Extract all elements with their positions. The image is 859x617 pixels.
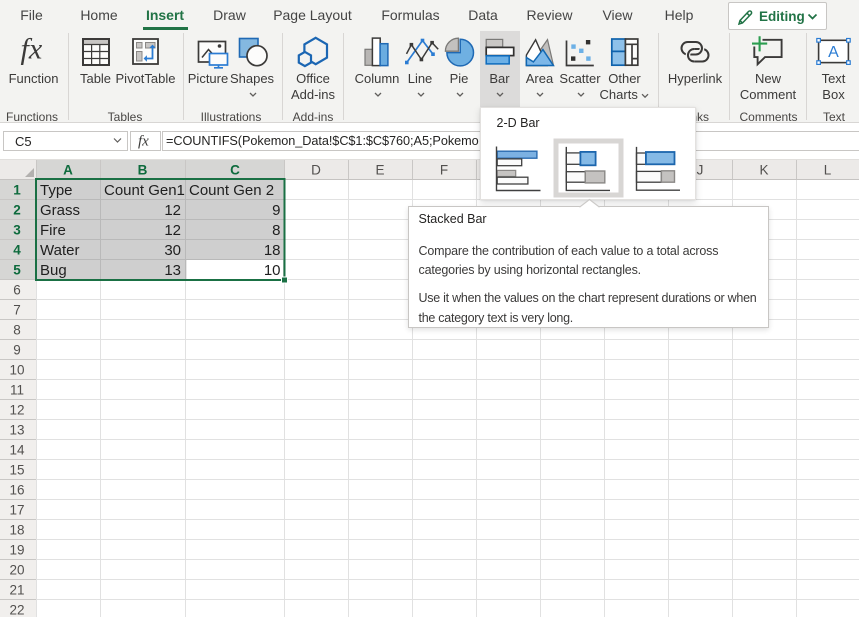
svg-text:fx: fx (21, 33, 43, 66)
svg-text:11: 11 (10, 383, 24, 398)
svg-text:8: 8 (272, 222, 280, 239)
svg-text:Count Gen 2: Count Gen 2 (189, 182, 274, 199)
svg-text:A: A (63, 163, 73, 178)
svg-text:19: 19 (9, 543, 24, 558)
svg-text:1: 1 (13, 183, 21, 198)
svg-text:18: 18 (9, 523, 24, 538)
svg-text:6: 6 (13, 283, 21, 298)
svg-text:Water: Water (40, 242, 79, 259)
svg-text:Fire: Fire (40, 222, 66, 239)
svg-text:9: 9 (13, 343, 21, 358)
svg-text:3: 3 (13, 223, 21, 238)
svg-text:22: 22 (9, 603, 24, 617)
svg-text:fx: fx (138, 134, 149, 150)
svg-text:E: E (375, 163, 384, 178)
svg-text:F: F (440, 163, 448, 178)
svg-text:12: 12 (164, 222, 181, 239)
svg-text:8: 8 (13, 323, 21, 338)
svg-text:L: L (824, 163, 832, 178)
svg-text:20: 20 (9, 563, 24, 578)
svg-text:21: 21 (9, 583, 24, 598)
svg-text:12: 12 (9, 403, 24, 418)
svg-text:Type: Type (40, 182, 73, 199)
svg-text:14: 14 (9, 443, 25, 458)
svg-text:18: 18 (264, 242, 281, 259)
svg-text:13: 13 (164, 262, 181, 279)
svg-text:A: A (828, 44, 839, 61)
svg-text:15: 15 (9, 463, 24, 478)
svg-text:Bug: Bug (40, 262, 67, 279)
svg-text:4: 4 (13, 243, 21, 258)
svg-text:7: 7 (13, 303, 21, 318)
svg-text:B: B (138, 163, 148, 178)
svg-text:Grass: Grass (40, 202, 80, 219)
svg-text:5: 5 (13, 263, 21, 278)
svg-text:9: 9 (272, 202, 280, 219)
svg-text:13: 13 (9, 423, 24, 438)
svg-text:10: 10 (264, 262, 281, 279)
svg-text:10: 10 (9, 363, 24, 378)
svg-text:2: 2 (13, 203, 21, 218)
svg-text:C: C (230, 163, 240, 178)
svg-text:16: 16 (9, 483, 24, 498)
svg-text:Count Gen1: Count Gen1 (104, 182, 185, 199)
svg-text:K: K (759, 163, 768, 178)
svg-text:17: 17 (9, 503, 24, 518)
svg-text:12: 12 (164, 202, 181, 219)
svg-text:J: J (697, 163, 704, 178)
svg-text:30: 30 (164, 242, 181, 259)
svg-text:D: D (311, 163, 321, 178)
